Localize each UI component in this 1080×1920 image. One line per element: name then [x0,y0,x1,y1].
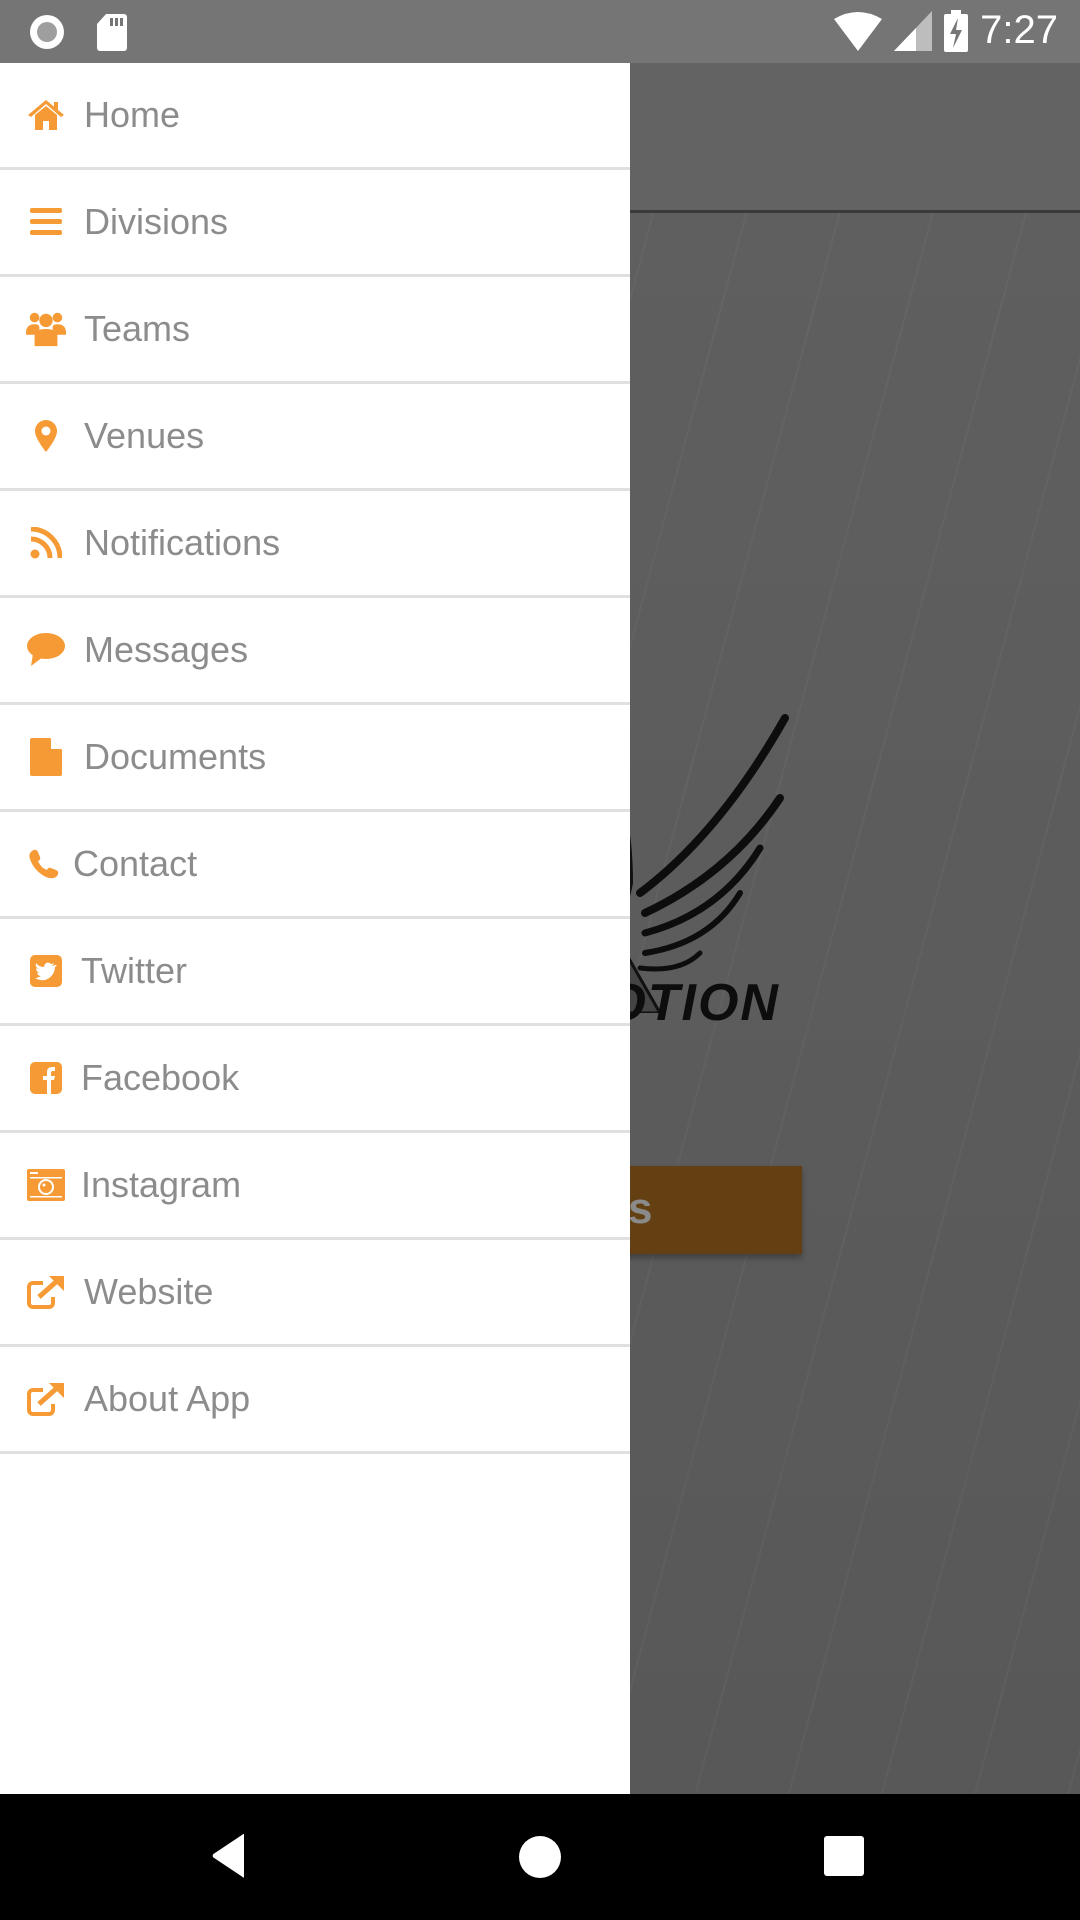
battery-charging-icon [944,9,969,52]
menu-item-label: Home [84,94,181,135]
system-nav-bar [0,1794,1080,1920]
menu-item-label: Teams [84,308,191,349]
menu-item-label: Messages [84,629,249,670]
menu-item-venues[interactable]: Venues [0,384,630,491]
menu-item-home[interactable]: Home [0,63,630,170]
rss-icon [26,523,66,563]
menu-item-facebook[interactable]: Facebook [0,1026,630,1133]
users-icon [26,309,66,349]
menu-item-twitter[interactable]: Twitter [0,919,630,1026]
home-circle-icon[interactable] [515,1832,565,1882]
recents-icon[interactable] [820,1832,870,1882]
clock: 7:27 [980,8,1058,52]
menu-item-label: Twitter [81,950,188,991]
menu-item-documents[interactable]: Documents [0,705,630,812]
menu-item-about-app[interactable]: About App [0,1347,630,1454]
menu-item-notifications[interactable]: Notifications [0,491,630,598]
record-indicator-icon [30,15,64,49]
external-link-icon [26,1272,66,1312]
menu-item-label: About App [84,1378,251,1419]
map-marker-icon [26,416,66,456]
menu-item-label: Documents [84,736,267,777]
home-icon [26,95,66,135]
cell-signal-icon [894,10,933,51]
menu-item-messages[interactable]: Messages [0,598,630,705]
phone-icon [24,844,64,884]
sd-card-icon [97,14,127,51]
bars-icon [26,202,66,242]
facebook-square-icon [26,1058,66,1098]
menu-item-instagram[interactable]: Instagram [0,1133,630,1240]
menu-item-divisions[interactable]: Divisions [0,170,630,277]
wifi-icon [834,11,883,51]
cta-label: s [628,1184,653,1233]
comment-icon [26,630,66,670]
menu-item-label: Notifications [84,522,281,563]
twitter-square-icon [26,951,66,991]
menu-item-website[interactable]: Website [0,1240,630,1347]
menu-item-label: Facebook [81,1057,240,1098]
menu-item-label: Contact [73,843,198,884]
menu-item-label: Venues [84,415,205,456]
background-cta-button: s [600,1166,802,1254]
navigation-drawer: Home Divisions Teams Venues Notification… [0,63,630,1794]
menu-item-label: Instagram [81,1164,242,1205]
menu-item-label: Website [84,1271,214,1312]
menu-item-label: Divisions [84,201,229,242]
status-bar: 7:27 [0,0,1080,63]
menu-item-teams[interactable]: Teams [0,277,630,384]
external-link-icon [26,1379,66,1419]
instagram-camera-icon [26,1165,66,1205]
file-icon [26,737,66,777]
menu-item-contact[interactable]: Contact [0,812,630,919]
back-icon[interactable] [210,1832,260,1882]
